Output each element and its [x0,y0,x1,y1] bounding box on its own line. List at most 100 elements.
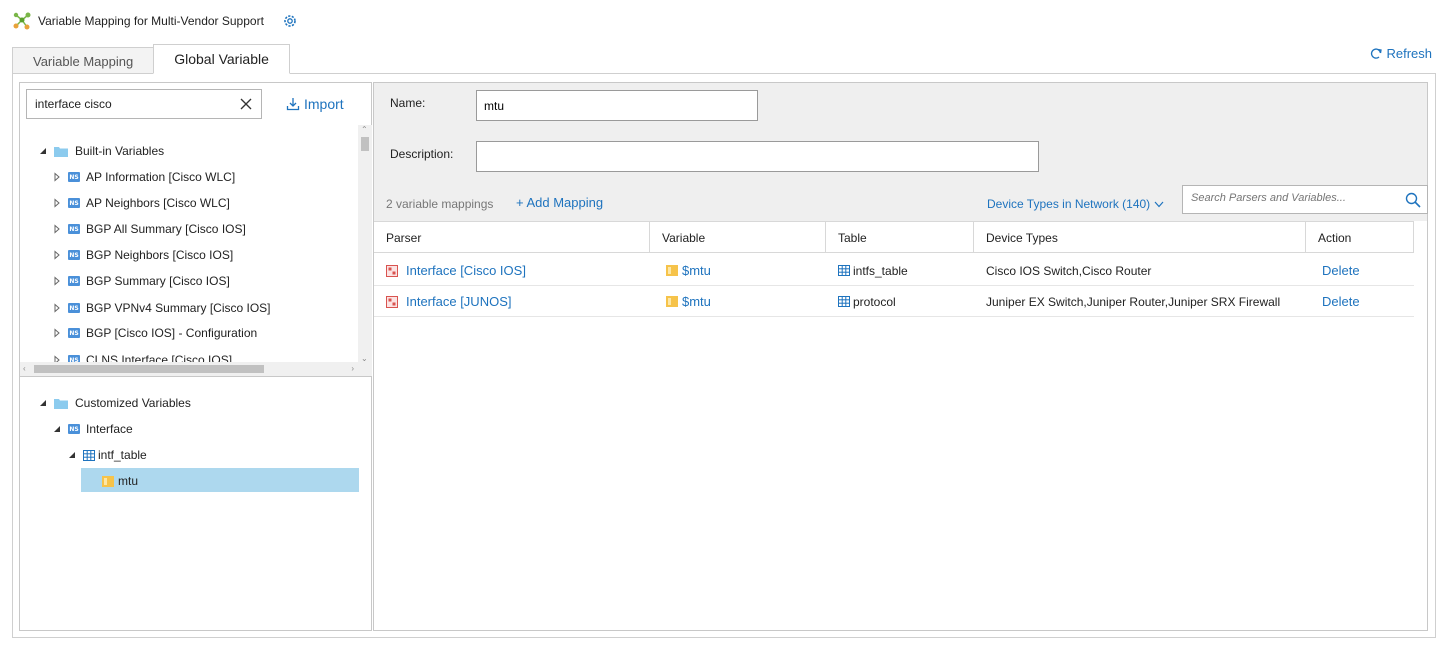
tree-item[interactable]: NS BGP VPNv4 Summary [Cisco IOS] [52,297,271,319]
scroll-right-icon[interactable]: › [351,364,354,373]
tree-item[interactable]: NS AP Information [Cisco WLC] [52,166,235,188]
device-types-label: Device Types in Network (140) [987,197,1151,211]
refresh-label: Refresh [1386,46,1432,61]
description-field[interactable] [476,141,1039,172]
variable-tree-panel: Import Built-in Variables NS AP Informat… [19,82,372,631]
table-cell: intfs_table [838,255,908,286]
horizontal-scrollbar[interactable]: ‹ › [20,362,372,376]
import-button[interactable]: Import [286,96,344,112]
column-header-table[interactable]: Table [826,222,974,253]
parser-link[interactable]: Interface [JUNOS] [406,294,511,309]
vertical-scrollbar[interactable]: ⌃ ⌄ [358,125,372,363]
tree-item[interactable]: NS BGP Summary [Cisco IOS] [52,270,230,292]
tab-variable-mapping[interactable]: Variable Mapping [12,47,155,74]
table-row: Interface [Cisco IOS] $mtu intfs_table C… [374,255,1414,286]
parser-cell: Interface [Cisco IOS] [386,255,526,286]
close-icon[interactable] [239,97,253,111]
column-header-variable[interactable]: Variable [650,222,826,253]
parser-search-box [1182,185,1428,214]
add-mapping-button[interactable]: + Add Mapping [516,195,603,210]
table-icon [838,265,850,276]
column-header-label: Table [838,230,867,245]
collapsed-arrow-icon[interactable] [52,276,62,286]
tab-bar: Variable Mapping Global Variable [12,44,290,74]
parser-ns-icon: NS [68,224,80,234]
tree-item[interactable]: NS BGP [Cisco IOS] - Configuration [52,322,257,344]
column-header-parser[interactable]: Parser [374,222,650,253]
tree-item[interactable]: NS BGP All Summary [Cisco IOS] [52,218,246,240]
parser-ns-icon: NS [68,198,80,208]
tree-item[interactable]: NS BGP Neighbors [Cisco IOS] [52,244,233,266]
column-header-action[interactable]: Action [1306,222,1414,253]
collapsed-arrow-icon[interactable] [52,303,62,313]
parser-ns-icon: NS [68,250,80,260]
tree-node-variable[interactable]: mtu [102,470,138,492]
table-name: intfs_table [853,263,908,278]
variable-link[interactable]: $mtu [682,263,711,278]
tree-node-label: mtu [118,474,139,488]
scroll-left-icon[interactable]: ‹ [23,364,26,373]
title-bar: Variable Mapping for Multi-Vendor Suppor… [12,10,298,32]
collapsed-arrow-icon[interactable] [52,172,62,182]
chevron-down-icon [1154,201,1164,207]
column-header-label: Parser [386,230,422,245]
tree-node-builtin[interactable]: Built-in Variables [38,140,164,162]
action-cell: Delete [1322,255,1360,286]
variable-link[interactable]: $mtu [682,294,711,309]
variable-icon [666,296,678,307]
gear-icon[interactable] [282,13,298,29]
mapping-count: 2 variable mappings [386,197,494,211]
tree-node-table[interactable]: intf_table [67,444,147,466]
parser-link[interactable]: Interface [Cisco IOS] [406,263,526,278]
parser-cell: Interface [JUNOS] [386,286,511,317]
tab-label: Variable Mapping [33,53,134,69]
collapsed-arrow-icon[interactable] [52,328,62,338]
scroll-up-icon[interactable]: ⌃ [361,125,368,134]
scrollbar-thumb[interactable] [361,137,369,151]
scrollbar-thumb[interactable] [34,365,264,373]
collapsed-arrow-icon[interactable] [52,224,62,234]
network-app-icon [13,12,31,30]
table-name: protocol [853,294,896,309]
parser-icon [386,295,398,308]
tree-search-input[interactable] [35,97,225,111]
variable-cell: $mtu [666,286,711,317]
expanded-arrow-icon[interactable] [52,424,62,434]
collapsed-arrow-icon[interactable] [52,198,62,208]
tree-node-label: Customized Variables [75,396,191,410]
folder-icon [54,398,68,409]
import-label: Import [304,96,344,112]
tree-node-label: Interface [86,422,133,436]
parser-ns-icon: NS [68,424,80,434]
refresh-icon [1371,47,1383,59]
tree-node-customized[interactable]: Customized Variables [38,392,191,414]
refresh-button[interactable]: Refresh [1369,46,1432,61]
tree-item-label: AP Information [Cisco WLC] [86,170,236,184]
tree-item-label: AP Neighbors [Cisco WLC] [86,196,230,210]
device-types-cell: Cisco IOS Switch,Cisco Router [986,255,1151,286]
device-types-dropdown[interactable]: Device Types in Network (140) [987,197,1164,211]
tab-global-variable[interactable]: Global Variable [153,44,290,74]
table-cell: protocol [838,286,896,317]
builtin-tree: Built-in Variables NS AP Information [Ci… [20,125,372,377]
tree-search-box [26,89,262,119]
column-header-device-types[interactable]: Device Types [974,222,1306,253]
table-row: Interface [JUNOS] $mtu protocol Juniper … [374,286,1414,317]
search-icon[interactable] [1405,192,1421,208]
description-label: Description: [390,147,454,161]
tree-node-label: intf_table [98,448,147,462]
expanded-arrow-icon[interactable] [67,450,77,460]
name-field[interactable] [476,90,758,121]
delete-button[interactable]: Delete [1322,294,1360,309]
download-icon [286,98,300,111]
variable-icon [666,265,678,276]
parser-ns-icon: NS [68,276,80,286]
collapsed-arrow-icon[interactable] [52,250,62,260]
parser-ns-icon: NS [68,172,80,182]
tree-item[interactable]: NS AP Neighbors [Cisco WLC] [52,192,230,214]
expanded-arrow-icon[interactable] [38,146,48,156]
tree-node-parser[interactable]: NS Interface [52,418,133,440]
parser-search-input[interactable] [1191,192,1391,204]
expanded-arrow-icon[interactable] [38,398,48,408]
delete-button[interactable]: Delete [1322,263,1360,278]
